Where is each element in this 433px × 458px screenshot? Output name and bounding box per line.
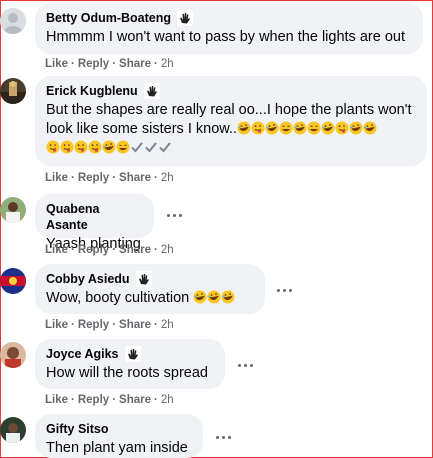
- like-link[interactable]: Like: [45, 319, 68, 331]
- comment-actions: Like · Reply · Share · 2h: [45, 319, 174, 331]
- reply-link[interactable]: Reply: [78, 244, 109, 256]
- reply-link[interactable]: Reply: [78, 394, 109, 406]
- comment-actions: Like · Reply · Share · 2h: [45, 58, 174, 70]
- avatar[interactable]: [0, 8, 26, 34]
- comment-bubble: Joyce Agiks How will the roots spread: [35, 339, 225, 389]
- comment-bubble: Quabena Asante Yaash planting: [35, 194, 154, 252]
- comment-text-line: look like some sisters I know..: [46, 120, 416, 139]
- commenter-name-row: Joyce Agiks: [46, 346, 214, 362]
- commenter-name-row: Cobby Asiedu: [46, 271, 254, 287]
- comment-bubble: Gifty Sitso Then plant yam inside: [35, 414, 203, 458]
- comment-text-fragment: look like some sisters I know..: [46, 121, 237, 137]
- commenter-name-row: Quabena Asante: [46, 201, 143, 233]
- timestamp[interactable]: 2h: [161, 172, 174, 184]
- timestamp[interactable]: 2h: [161, 319, 174, 331]
- comment-text: But the shapes are really real oo...I ho…: [46, 101, 416, 158]
- commenter-name[interactable]: Joyce Agiks: [46, 346, 119, 362]
- rolling-laughing-emoji: [221, 290, 235, 304]
- emoji-row: [237, 121, 377, 137]
- comment-bubble: Erick Kugblenu But the shapes are really…: [35, 76, 427, 166]
- reply-link[interactable]: Reply: [78, 58, 109, 70]
- commenter-name-row: Erick Kugblenu: [46, 83, 416, 99]
- timestamp[interactable]: 2h: [161, 58, 174, 70]
- share-link[interactable]: Share: [119, 58, 151, 70]
- rolling-laughing-emoji: [207, 290, 221, 304]
- comment-bubble: Betty Odum-Boateng Hmmmm I won't want to…: [35, 3, 423, 54]
- rolling-laughing-emoji: [293, 121, 307, 135]
- comment-text: Wow, booty cultivation: [46, 289, 254, 308]
- rolling-laughing-emoji: [237, 121, 251, 135]
- more-options-icon[interactable]: [233, 357, 257, 373]
- waving-hand-icon: [135, 271, 152, 287]
- comment-actions: Like · Reply · Share · 2h: [45, 394, 174, 406]
- like-link[interactable]: Like: [45, 244, 68, 256]
- rolling-laughing-emoji: [265, 121, 279, 135]
- commenter-name[interactable]: Gifty Sitso: [46, 421, 109, 437]
- like-link[interactable]: Like: [45, 172, 68, 184]
- like-link[interactable]: Like: [45, 58, 68, 70]
- winking-tongue-emoji: [335, 121, 349, 135]
- timestamp[interactable]: 2h: [161, 394, 174, 406]
- winking-tongue-emoji: [60, 140, 74, 154]
- rolling-laughing-emoji: [321, 121, 335, 135]
- comment-text-line: But the shapes are really real oo...I ho…: [46, 102, 412, 118]
- comment-actions: Like · Reply · Share · 2h: [45, 172, 174, 184]
- rolling-laughing-emoji: [349, 121, 363, 135]
- reply-link[interactable]: Reply: [78, 319, 109, 331]
- comment-actions: Like · Reply · Share · 2h: [45, 244, 174, 256]
- commenter-name[interactable]: Erick Kugblenu: [46, 83, 138, 99]
- like-link[interactable]: Like: [45, 394, 68, 406]
- waving-hand-icon: [143, 83, 160, 99]
- comment-text: Hmmmm I won't want to pass by when the l…: [46, 29, 405, 45]
- grinning-squint-emoji: [307, 121, 321, 135]
- avatar[interactable]: [0, 417, 26, 443]
- emoji-row: [193, 290, 235, 306]
- commenter-name[interactable]: Betty Odum-Boateng: [46, 10, 171, 26]
- winking-tongue-emoji: [46, 140, 60, 154]
- rolling-laughing-emoji: [193, 290, 207, 304]
- reply-link[interactable]: Reply: [78, 172, 109, 184]
- share-link[interactable]: Share: [119, 244, 151, 256]
- share-link[interactable]: Share: [119, 319, 151, 331]
- rolling-laughing-emoji: [102, 140, 116, 154]
- waving-hand-icon: [177, 10, 193, 26]
- avatar[interactable]: [0, 197, 26, 223]
- more-options-icon[interactable]: [162, 207, 186, 223]
- avatar[interactable]: [0, 78, 26, 104]
- comment-text-fragment: Wow, booty cultivation: [46, 290, 190, 306]
- check-mark-emoji: [145, 142, 157, 153]
- share-link[interactable]: Share: [119, 172, 151, 184]
- more-options-icon[interactable]: [211, 429, 235, 445]
- check-mark-emoji: [131, 142, 143, 153]
- comment-text: Then plant yam inside: [46, 440, 188, 456]
- check-mark-emoji: [159, 142, 171, 153]
- commenter-name[interactable]: Quabena Asante: [46, 201, 143, 233]
- commenter-name-row: Gifty Sitso: [46, 421, 192, 437]
- comment-text: How will the roots spread: [46, 365, 208, 381]
- grinning-squint-emoji: [279, 121, 293, 135]
- winking-tongue-emoji: [88, 140, 102, 154]
- more-options-icon[interactable]: [272, 282, 296, 298]
- winking-tongue-emoji: [251, 121, 265, 135]
- emoji-row: [46, 139, 416, 158]
- waving-hand-icon: [124, 346, 141, 362]
- commenter-name-row: Betty Odum-Boateng: [46, 10, 412, 26]
- winking-tongue-emoji: [74, 140, 88, 154]
- timestamp[interactable]: 2h: [161, 244, 174, 256]
- share-link[interactable]: Share: [119, 394, 151, 406]
- avatar[interactable]: [0, 268, 26, 294]
- avatar[interactable]: [0, 342, 26, 368]
- comment-bubble: Cobby Asiedu Wow, booty cultivation: [35, 264, 265, 314]
- grinning-squint-emoji: [116, 140, 130, 154]
- commenter-name[interactable]: Cobby Asiedu: [46, 271, 130, 287]
- rolling-laughing-emoji: [363, 121, 377, 135]
